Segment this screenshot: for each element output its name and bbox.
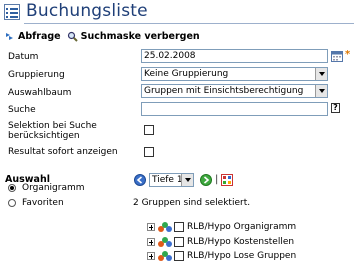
- group-icon: [158, 236, 172, 248]
- radio-favoriten-label: Favoriten: [22, 198, 64, 208]
- radio-organigramm-label: Organigramm: [22, 183, 85, 193]
- title-divider: [24, 23, 354, 24]
- hide-search-button[interactable]: Suchmaske verbergen: [67, 31, 200, 42]
- list-icon: [4, 4, 20, 20]
- chevron-down-icon: [181, 174, 193, 186]
- group-checkbox[interactable]: [174, 222, 184, 232]
- tree-item-label: RLB/Hypo Kostenstellen: [187, 237, 295, 247]
- group-icon: [158, 221, 172, 233]
- resultat-label: Resultat sofort anzeigen: [8, 147, 118, 157]
- chevron-down-icon: [315, 68, 327, 80]
- query-button[interactable]: Abfrage: [4, 31, 61, 42]
- auswahlbaum-value: Gruppen mit Einsichtsberechtigung: [144, 86, 304, 96]
- required-marker: *: [345, 49, 351, 60]
- gruppierung-select[interactable]: Keine Gruppierung: [141, 67, 328, 81]
- group-icon: [158, 250, 172, 262]
- tree-item[interactable]: RLB/Hypo Organigramm: [147, 221, 296, 233]
- suche-input[interactable]: [141, 102, 328, 116]
- selektion-label: Selektion bei Suche berücksichtigen: [8, 121, 97, 141]
- forward-arrow-icon[interactable]: [200, 174, 212, 186]
- separator: |: [215, 174, 219, 185]
- tree-item-label: RLB/Hypo Lose Gruppen: [187, 251, 297, 261]
- tree-view-icon[interactable]: [221, 174, 233, 186]
- help-icon[interactable]: ?: [331, 103, 340, 113]
- gruppierung-label: Gruppierung: [8, 70, 65, 80]
- expand-icon[interactable]: [147, 223, 155, 231]
- group-checkbox[interactable]: [174, 237, 184, 247]
- tree-item[interactable]: RLB/Hypo Lose Gruppen: [147, 250, 296, 262]
- query-icon: [6, 32, 13, 40]
- selection-status: 2 Gruppen sind selektiert.: [133, 198, 251, 208]
- gruppierung-value: Keine Gruppierung: [144, 69, 229, 79]
- search-icon: [67, 31, 78, 42]
- selektion-label-line2: berücksichtigen: [8, 131, 80, 141]
- calendar-icon[interactable]: [331, 50, 343, 62]
- datum-label: Datum: [8, 52, 39, 62]
- datum-field[interactable]: 25.02.2008: [141, 49, 328, 63]
- tree-item[interactable]: RLB/Hypo Kostenstellen: [147, 236, 294, 248]
- title-bar: Buchungsliste: [0, 0, 354, 25]
- auswahlbaum-label: Auswahlbaum: [8, 88, 72, 98]
- hide-search-label: Suchmaske verbergen: [80, 30, 200, 42]
- group-checkbox[interactable]: [174, 251, 184, 261]
- page-title: Buchungsliste: [26, 1, 148, 21]
- selektion-checkbox[interactable]: [144, 125, 154, 135]
- suche-label: Suche: [8, 105, 36, 115]
- radio-button-selected[interactable]: [8, 184, 16, 192]
- resultat-checkbox[interactable]: [144, 147, 154, 157]
- auswahlbaum-select[interactable]: Gruppen mit Einsichtsberechtigung: [141, 84, 328, 98]
- back-arrow-icon[interactable]: [134, 174, 146, 186]
- depth-select[interactable]: Tiefe 1: [149, 173, 194, 187]
- query-label: Abfrage: [18, 30, 61, 42]
- tree-item-label: RLB/Hypo Organigramm: [187, 222, 297, 232]
- expand-icon[interactable]: [147, 238, 155, 246]
- radio-organigramm[interactable]: Organigramm: [8, 183, 85, 193]
- depth-value: Tiefe 1: [152, 175, 183, 185]
- selektion-label-line1: Selektion bei Suche: [8, 121, 97, 131]
- radio-button[interactable]: [8, 199, 16, 207]
- toolbar: Abfrage Suchmaske verbergen: [4, 29, 206, 43]
- expand-icon[interactable]: [147, 252, 155, 260]
- chevron-down-icon: [315, 85, 327, 97]
- radio-favoriten[interactable]: Favoriten: [8, 198, 64, 208]
